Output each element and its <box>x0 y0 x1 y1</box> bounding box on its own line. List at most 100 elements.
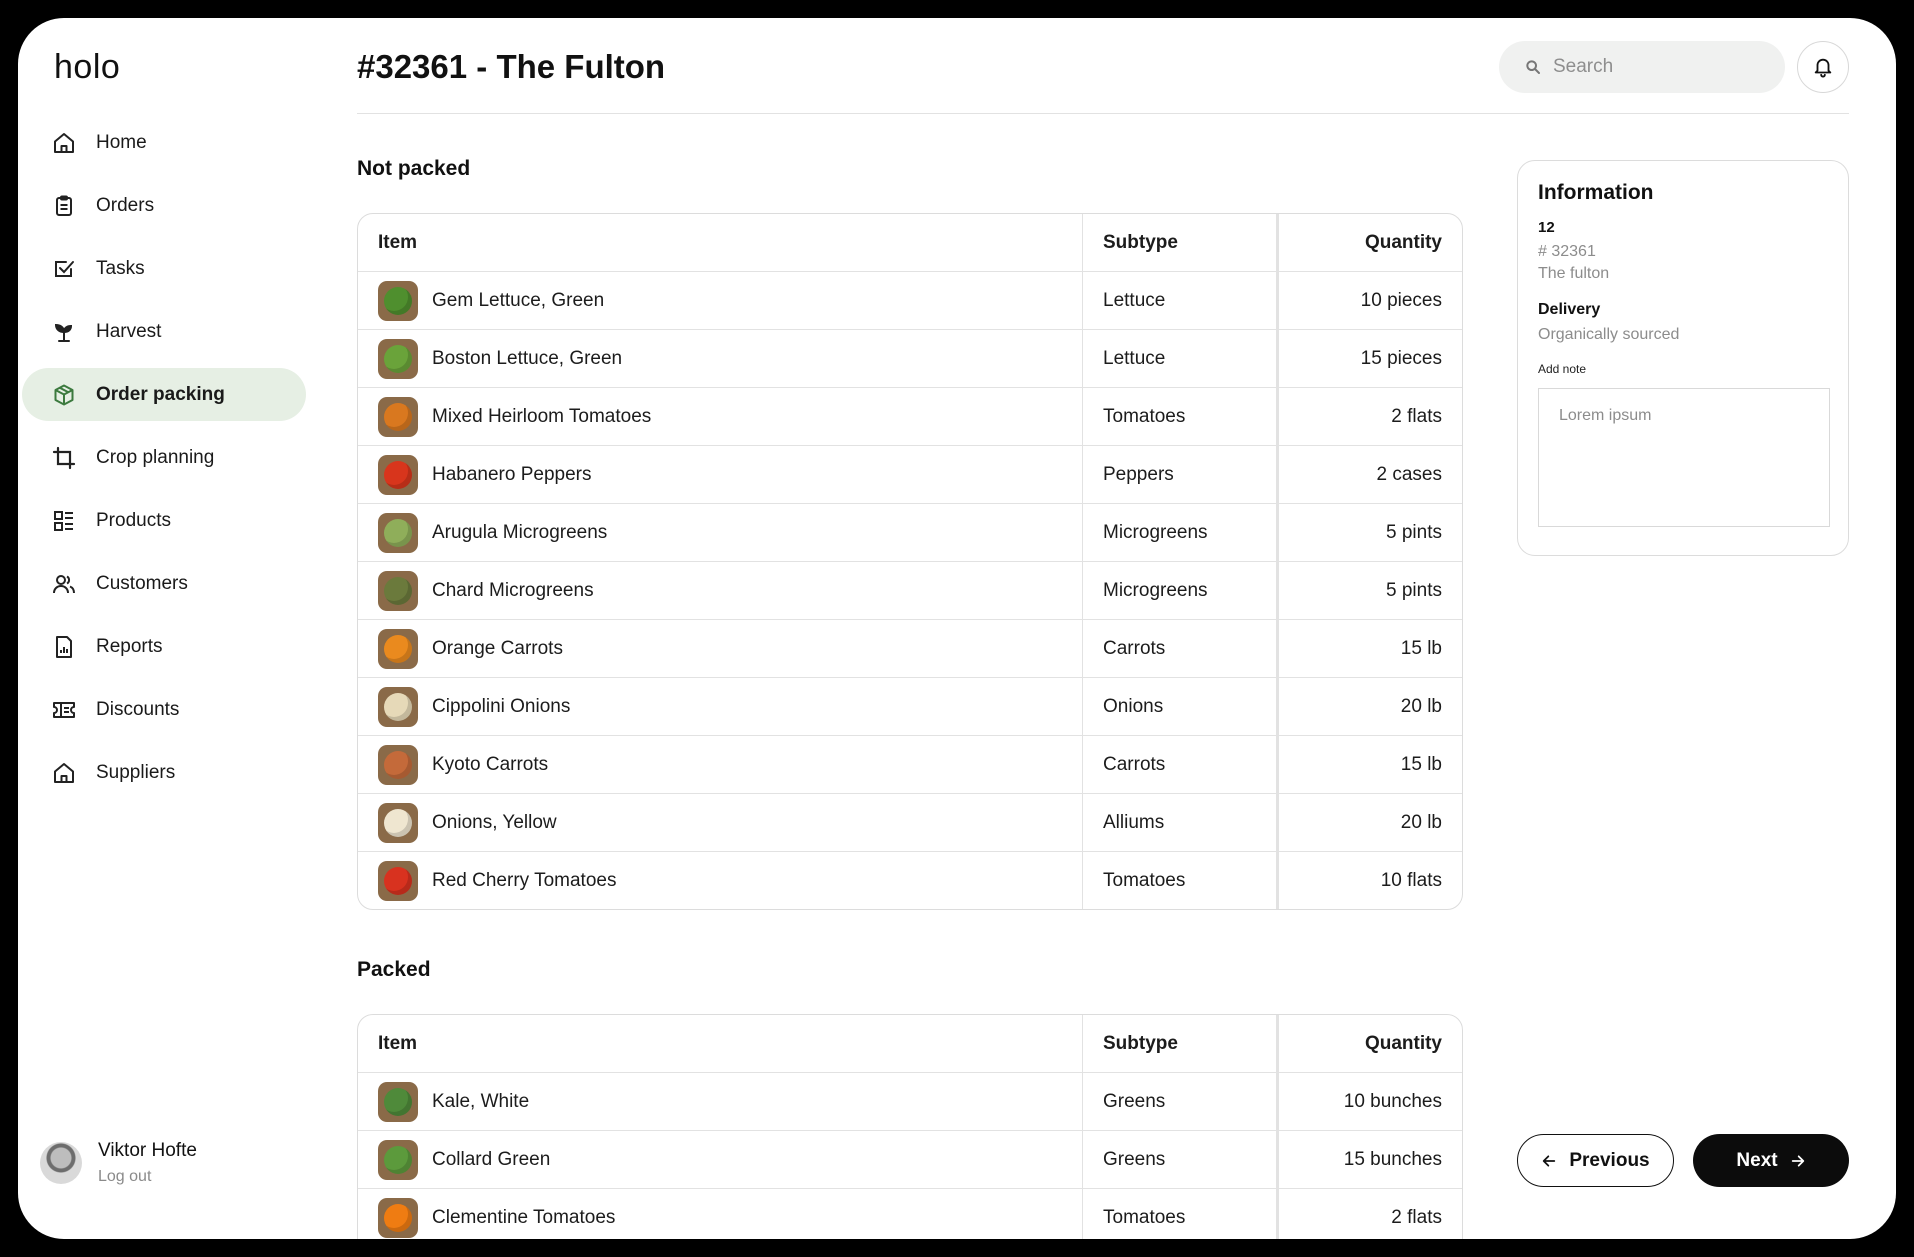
page-title: #32361 - The Fulton <box>357 48 666 85</box>
item-name: Red Cherry Tomatoes <box>432 869 617 891</box>
subtype-cell: Tomatoes <box>1083 852 1279 909</box>
table-row[interactable]: Collard Green Greens 15 bunches <box>358 1130 1462 1188</box>
sidebar-item-products[interactable]: Products <box>22 494 306 547</box>
item-cell: Kale, White <box>358 1073 1083 1130</box>
item-cell: Collard Green <box>358 1131 1083 1188</box>
subtype-cell: Lettuce <box>1083 272 1279 329</box>
product-thumbnail <box>378 338 418 379</box>
item-count: 12 <box>1538 219 1555 236</box>
ticket-icon <box>52 698 76 722</box>
subtype-cell: Peppers <box>1083 446 1279 503</box>
item-cell: Orange Carrots <box>358 620 1083 677</box>
table-row[interactable]: Cippolini Onions Onions 20 lb <box>358 677 1462 735</box>
sidebar-item-tasks[interactable]: Tasks <box>22 242 306 295</box>
note-textarea[interactable]: Lorem ipsum <box>1538 388 1830 527</box>
sidebar-item-label: Order packing <box>96 383 225 405</box>
table-row[interactable]: Boston Lettuce, Green Lettuce 15 pieces <box>358 329 1462 387</box>
table-header: Item Subtype Quantity <box>358 1015 1462 1072</box>
item-name: Gem Lettuce, Green <box>432 289 605 311</box>
item-name: Boston Lettuce, Green <box>432 347 623 369</box>
information-title: Information <box>1538 181 1654 204</box>
product-thumbnail <box>378 454 418 495</box>
sidebar-item-home[interactable]: Home <box>22 116 306 169</box>
table-row[interactable]: Kale, White Greens 10 bunches <box>358 1072 1462 1130</box>
avatar <box>40 1142 82 1184</box>
sidebar-item-orders[interactable]: Orders <box>22 179 306 232</box>
table-row[interactable]: Gem Lettuce, Green Lettuce 10 pieces <box>358 271 1462 329</box>
subtype-cell: Greens <box>1083 1073 1279 1130</box>
product-thumbnail <box>378 744 418 785</box>
report-icon <box>52 635 76 659</box>
sidebar-item-suppliers[interactable]: Suppliers <box>22 746 306 799</box>
next-button[interactable]: Next <box>1693 1134 1849 1187</box>
sidebar-item-label: Discounts <box>96 698 180 720</box>
app-window: holo Home Orders Tasks Harvest Order pac… <box>18 18 1896 1239</box>
item-cell: Gem Lettuce, Green <box>358 272 1083 329</box>
sidebar-item-label: Customers <box>96 572 188 594</box>
sidebar-item-discounts[interactable]: Discounts <box>22 683 306 736</box>
sidebar-item-harvest[interactable]: Harvest <box>22 305 306 358</box>
item-name: Habanero Peppers <box>432 463 592 485</box>
product-thumbnail <box>378 1197 418 1238</box>
item-cell: Boston Lettuce, Green <box>358 330 1083 387</box>
table-row[interactable]: Arugula Microgreens Microgreens 5 pints <box>358 503 1462 561</box>
product-thumbnail <box>378 628 418 669</box>
sidebar-item-crop-planning[interactable]: Crop planning <box>22 431 306 484</box>
quantity-cell: 10 flats <box>1380 869 1442 891</box>
subtype-cell: Carrots <box>1083 620 1279 677</box>
table-row[interactable]: Habanero Peppers Peppers 2 cases <box>358 445 1462 503</box>
table-row[interactable]: Onions, Yellow Alliums 20 lb <box>358 793 1462 851</box>
column-header-subtype[interactable]: Subtype <box>1083 214 1279 271</box>
package-icon <box>52 383 76 407</box>
previous-button[interactable]: Previous <box>1517 1134 1674 1187</box>
column-header-quantity[interactable]: Quantity <box>1279 214 1462 271</box>
delivery-label: Delivery <box>1538 301 1601 318</box>
sidebar-item-label: Reports <box>96 635 163 657</box>
column-header-item[interactable]: Item <box>358 1015 1083 1072</box>
sidebar-item-order-packing[interactable]: Order packing <box>22 368 306 421</box>
sprout-icon <box>52 320 76 344</box>
table-row[interactable]: Kyoto Carrots Carrots 15 lb <box>358 735 1462 793</box>
home-icon <box>52 131 76 155</box>
store-icon <box>52 761 76 785</box>
sidebar-item-customers[interactable]: Customers <box>22 557 306 610</box>
search-input[interactable]: Search <box>1499 41 1785 93</box>
product-thumbnail <box>378 512 418 553</box>
app-logo: holo <box>54 48 121 86</box>
product-thumbnail <box>378 686 418 727</box>
checkbox-icon <box>52 257 76 281</box>
search-icon <box>1526 60 1540 74</box>
table-row[interactable]: Chard Microgreens Microgreens 5 pints <box>358 561 1462 619</box>
item-cell: Onions, Yellow <box>358 794 1083 851</box>
column-header-item[interactable]: Item <box>358 214 1083 271</box>
item-name: Kyoto Carrots <box>432 753 549 775</box>
not-packed-table: Item Subtype Quantity Gem Lettuce, Green… <box>357 213 1463 910</box>
quantity-cell: 15 lb <box>1400 753 1442 775</box>
arrow-right-icon <box>1791 1154 1804 1167</box>
quantity-cell: 20 lb <box>1400 811 1442 833</box>
sidebar-item-label: Crop planning <box>96 446 215 468</box>
column-header-subtype[interactable]: Subtype <box>1083 1015 1279 1072</box>
add-note-label: Add note <box>1538 362 1587 376</box>
search-placeholder: Search <box>1553 56 1614 77</box>
item-cell: Chard Microgreens <box>358 562 1083 619</box>
table-row[interactable]: Red Cherry Tomatoes Tomatoes 10 flats <box>358 851 1462 909</box>
item-name: Onions, Yellow <box>432 811 557 833</box>
item-cell: Clementine Tomatoes <box>358 1189 1083 1239</box>
table-row[interactable]: Clementine Tomatoes Tomatoes 2 flats <box>358 1188 1462 1239</box>
sidebar-item-reports[interactable]: Reports <box>22 620 306 673</box>
notifications-button[interactable] <box>1797 41 1849 93</box>
table-header: Item Subtype Quantity <box>358 214 1462 271</box>
table-row[interactable]: Orange Carrots Carrots 15 lb <box>358 619 1462 677</box>
column-header-quantity[interactable]: Quantity <box>1279 1015 1462 1072</box>
sidebar-item-label: Home <box>96 131 147 153</box>
previous-label: Previous <box>1569 1149 1650 1171</box>
clipboard-icon <box>52 194 76 218</box>
subtype-cell: Greens <box>1083 1131 1279 1188</box>
quantity-cell: 15 pieces <box>1360 347 1442 369</box>
sidebar-item-label: Orders <box>96 194 155 216</box>
logout-link[interactable]: Log out <box>98 1168 197 1186</box>
item-name: Cippolini Onions <box>432 695 571 717</box>
table-row[interactable]: Mixed Heirloom Tomatoes Tomatoes 2 flats <box>358 387 1462 445</box>
subtype-cell: Lettuce <box>1083 330 1279 387</box>
